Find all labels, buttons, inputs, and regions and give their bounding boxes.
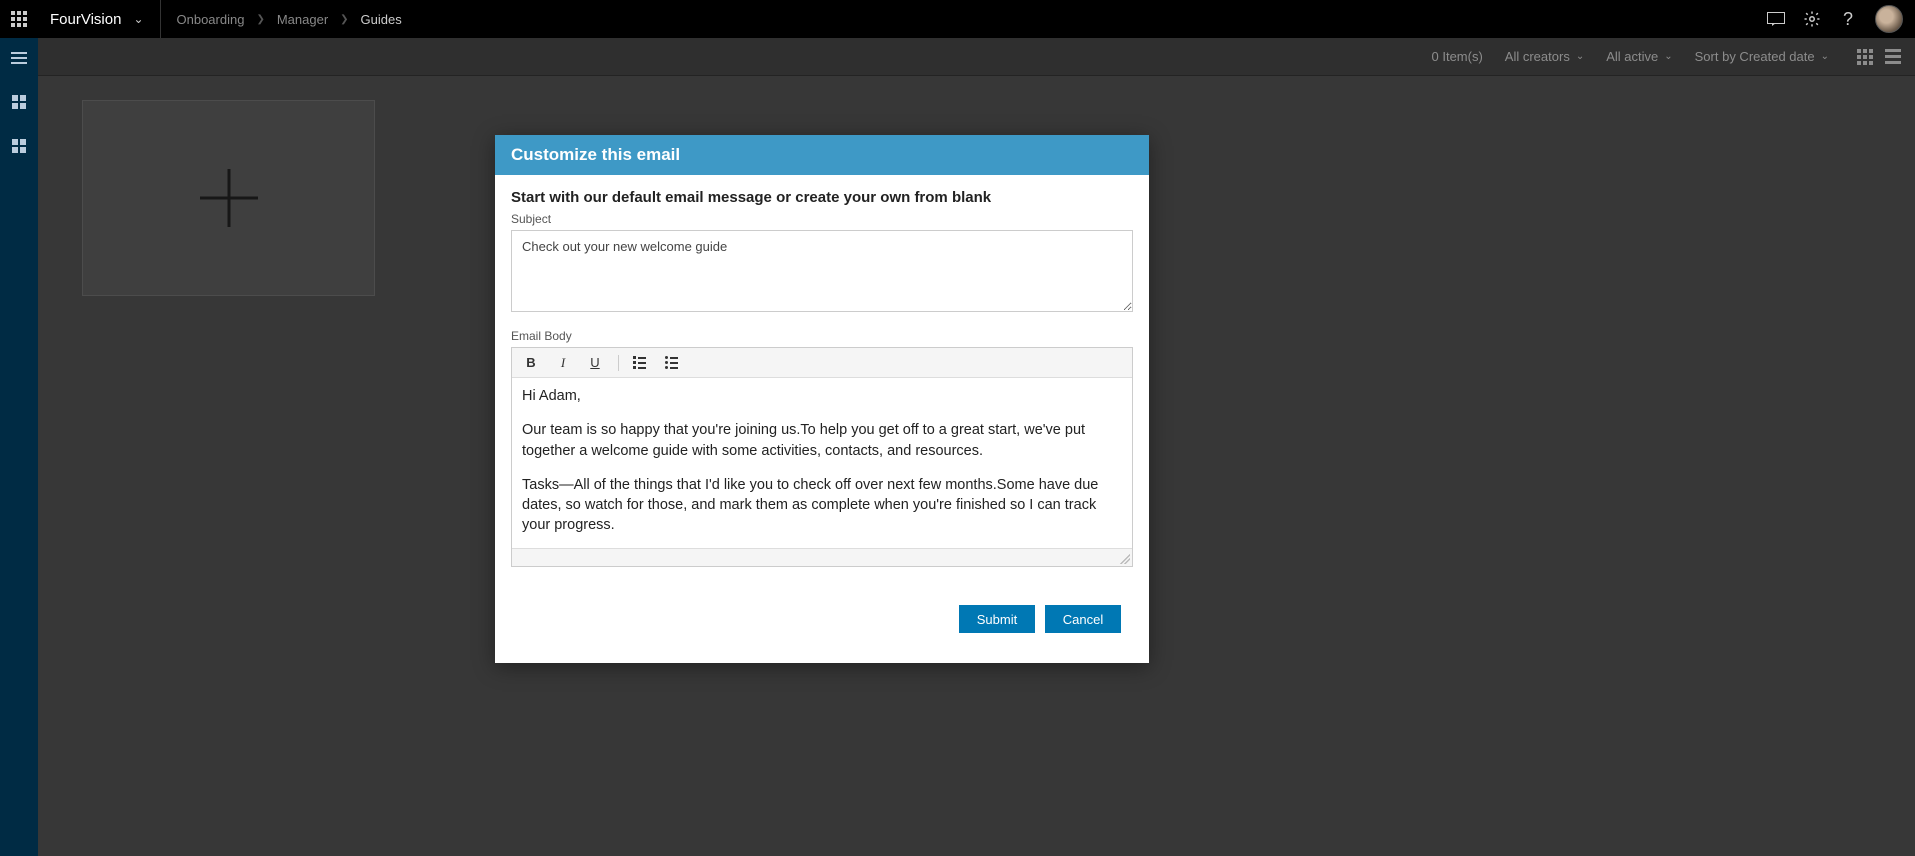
menu-toggle-button[interactable] <box>7 46 31 70</box>
underline-button[interactable]: U <box>586 355 604 370</box>
tiles-icon <box>12 139 26 153</box>
italic-button[interactable]: I <box>554 355 572 371</box>
ordered-list-button[interactable] <box>633 356 651 369</box>
topbar-actions: ? <box>1767 5 1915 33</box>
email-body-label: Email Body <box>511 329 1133 343</box>
topbar: FourVision ⌄ Onboarding ❯ Manager ❯ Guid… <box>0 0 1915 38</box>
modal-actions: Submit Cancel <box>495 587 1149 663</box>
left-rail <box>0 38 38 856</box>
breadcrumb-item[interactable]: Onboarding <box>177 12 245 27</box>
main-area: 0 Item(s) All creators⌄ All active⌄ Sort… <box>38 38 1915 856</box>
cancel-button[interactable]: Cancel <box>1045 605 1121 633</box>
subject-label: Subject <box>511 212 1133 226</box>
bullet-list-icon <box>665 356 683 369</box>
breadcrumb-item[interactable]: Manager <box>277 12 328 27</box>
gear-icon[interactable] <box>1803 10 1821 28</box>
feedback-icon[interactable] <box>1767 10 1785 28</box>
chevron-right-icon: ❯ <box>256 14 264 25</box>
app-name: FourVision <box>50 11 121 28</box>
tiles-icon <box>12 95 26 109</box>
help-icon[interactable]: ? <box>1839 10 1857 28</box>
modal-title: Customize this email <box>495 135 1149 175</box>
unordered-list-button[interactable] <box>665 356 683 369</box>
resize-handle[interactable] <box>1120 554 1130 564</box>
email-body-input[interactable]: Hi Adam, Our team is so happy that you'r… <box>512 378 1132 548</box>
submit-button[interactable]: Submit <box>959 605 1035 633</box>
rail-nav-1[interactable] <box>7 90 31 114</box>
waffle-icon <box>11 11 27 27</box>
rail-nav-2[interactable] <box>7 134 31 158</box>
chevron-right-icon: ❯ <box>340 14 348 25</box>
modal-prompt: Start with our default email message or … <box>511 189 1133 206</box>
app-name-dropdown[interactable]: FourVision ⌄ <box>38 0 161 38</box>
customize-email-modal: Customize this email Start with our defa… <box>495 135 1149 663</box>
numbered-list-icon <box>633 356 651 369</box>
app-launcher-button[interactable] <box>0 0 38 38</box>
bold-button[interactable]: B <box>522 355 540 370</box>
editor-toolbar: B I U <box>512 348 1132 378</box>
avatar[interactable] <box>1875 5 1903 33</box>
editor-footer <box>512 548 1132 566</box>
hamburger-icon <box>11 52 27 64</box>
subject-input[interactable] <box>511 230 1133 312</box>
toolbar-divider <box>618 355 619 371</box>
breadcrumb: Onboarding ❯ Manager ❯ Guides <box>161 12 418 27</box>
breadcrumb-item-current: Guides <box>361 12 402 27</box>
chevron-down-icon: ⌄ <box>133 12 143 26</box>
email-editor: B I U <box>511 347 1133 567</box>
